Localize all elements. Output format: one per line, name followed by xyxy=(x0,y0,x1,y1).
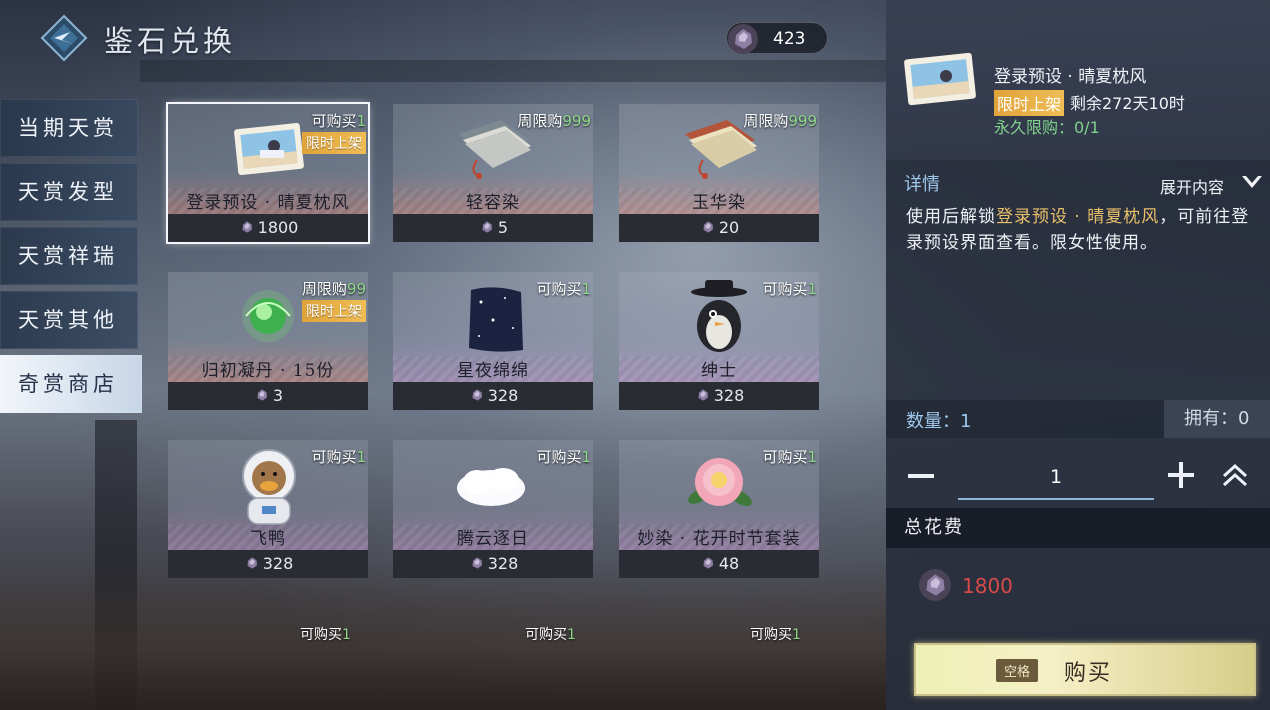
item-price: 48 xyxy=(619,550,819,578)
penguin-gentleman-icon xyxy=(691,280,747,352)
shop-item-card[interactable]: 可购买1 腾云逐日 328 xyxy=(393,440,593,578)
permanent-limit: 永久限购：0/1 xyxy=(994,118,1100,137)
shop-item-card[interactable]: 可购买1 飞鸭 328 xyxy=(168,440,368,578)
nav-tab-label: 天赏发型 xyxy=(18,180,118,204)
item-description: 使用后解锁登录预设 · 晴夏枕风，可前往登录预设界面查看。限女性使用。 xyxy=(906,207,1250,253)
detail-section-title: 详情 xyxy=(904,174,940,195)
purchase-limit: 周限购999 xyxy=(743,112,817,130)
item-name: 绅士 xyxy=(701,361,737,381)
nav-tab-hairstyle[interactable]: 天赏发型 xyxy=(0,163,138,221)
expand-content-button[interactable]: 展开内容 xyxy=(1160,174,1224,198)
quantity-row: 数量：1 拥有：0 xyxy=(886,400,1270,438)
astronaut-duck-icon xyxy=(242,449,296,525)
purchase-limit: 可购买1 xyxy=(300,627,351,643)
nav-tab-other[interactable]: 天赏其他 xyxy=(0,291,138,349)
gem-stone-icon xyxy=(703,221,713,233)
limited-time-badge: 限时上架 xyxy=(994,90,1065,116)
buy-button[interactable]: 空格 购买 xyxy=(914,643,1256,696)
postcard-icon xyxy=(904,52,976,106)
gem-stone-icon xyxy=(482,221,492,233)
nav-tab-special-shop[interactable]: 奇赏商店 xyxy=(0,355,142,413)
shop-item-card[interactable]: 周限购99 限时上架 归初凝丹 · 15份 3 xyxy=(168,272,368,410)
total-cost-value: 1800 xyxy=(962,574,1013,598)
purchase-limit: 可购买1 xyxy=(525,627,576,643)
gem-stone-icon xyxy=(919,569,951,601)
purchase-limit: 可购买1 xyxy=(311,112,366,130)
purchase-limit: 可购买1 xyxy=(536,280,591,298)
item-price: 5 xyxy=(393,214,593,242)
diamond-logo-icon xyxy=(40,14,88,62)
chevron-down-icon[interactable] xyxy=(1240,172,1264,192)
item-price: 3 xyxy=(168,382,368,410)
item-detail-panel: 登录预设 · 晴夏枕风 限时上架 剩余272天10时 永久限购：0/1 详情 展… xyxy=(886,0,1270,710)
owned-count: 拥有：0 xyxy=(1164,400,1270,438)
limited-time-badge: 限时上架 xyxy=(302,300,366,322)
item-name: 腾云逐日 xyxy=(457,529,529,549)
purchase-limit: 可购买1 xyxy=(750,627,801,643)
purchase-limit: 可购买1 xyxy=(311,448,366,466)
gem-stone-icon xyxy=(698,389,708,401)
currency-value: 423 xyxy=(773,29,806,49)
shop-item-card[interactable]: 可购买1 限时上架 登录预设 · 晴夏枕风 1800 xyxy=(166,102,370,244)
nav-tab-label: 天赏祥瑞 xyxy=(18,244,118,268)
purchase-limit: 周限购999 xyxy=(517,112,591,130)
currency-display: 423 xyxy=(726,22,828,54)
spacebar-key-hint: 空格 xyxy=(996,659,1039,682)
purchase-limit: 可购买1 xyxy=(762,280,817,298)
increase-quantity-button[interactable] xyxy=(1166,460,1196,490)
nav-tab-label: 天赏其他 xyxy=(18,308,118,332)
gem-stone-icon xyxy=(472,389,482,401)
background-beam xyxy=(140,60,886,82)
gem-stone-icon xyxy=(703,557,713,569)
shop-item-card[interactable]: 周限购999 轻容染 5 xyxy=(393,104,593,242)
item-name: 归初凝丹 · 15份 xyxy=(201,361,335,381)
item-name: 飞鸭 xyxy=(250,529,286,549)
nav-tab-auspicious[interactable]: 天赏祥瑞 xyxy=(0,227,138,285)
item-price: 328 xyxy=(168,550,368,578)
max-quantity-button[interactable] xyxy=(1220,460,1250,490)
item-price: 328 xyxy=(393,382,593,410)
quantity-input[interactable]: 1 xyxy=(958,460,1154,500)
starry-night-icon xyxy=(469,287,523,352)
item-name: 轻容染 xyxy=(466,193,520,213)
shop-item-card[interactable]: 可购买1 星夜绵绵 328 xyxy=(393,272,593,410)
buy-button-label: 购买 xyxy=(1064,661,1113,686)
cloud-icon xyxy=(457,468,525,506)
gem-stone-icon xyxy=(247,557,257,569)
item-name: 妙染 · 花开时节套装 xyxy=(637,529,801,549)
shop-item-card[interactable]: 周限购999 玉华染 20 xyxy=(619,104,819,242)
green-pill-icon xyxy=(242,290,294,342)
peony-icon xyxy=(688,458,752,506)
decrease-quantity-button[interactable] xyxy=(906,462,936,490)
postcard-icon xyxy=(234,122,304,176)
purchase-limit: 周限购99 xyxy=(301,280,366,298)
item-name: 登录预设 · 晴夏枕风 xyxy=(186,193,350,213)
quantity-label: 数量：1 xyxy=(906,411,972,432)
total-cost-label: 总花费 xyxy=(886,508,1270,548)
item-price: 20 xyxy=(619,214,819,242)
gem-stone-icon xyxy=(257,389,267,401)
page-title: 鉴石兑换 xyxy=(104,24,237,58)
item-price: 1800 xyxy=(168,214,368,242)
nav-tab-current-reward[interactable]: 当期天赏 xyxy=(0,99,138,157)
gem-stone-icon xyxy=(472,557,482,569)
item-name: 星夜绵绵 xyxy=(457,361,529,381)
item-price: 328 xyxy=(393,550,593,578)
purchase-limit: 可购买1 xyxy=(762,448,817,466)
limited-time-badge: 限时上架 xyxy=(302,132,366,154)
time-remaining: 剩余272天10时 xyxy=(1070,94,1185,113)
detail-item-name: 登录预设 · 晴夏枕风 xyxy=(994,67,1147,87)
gem-stone-icon xyxy=(728,24,758,54)
nav-tab-label: 当期天赏 xyxy=(18,116,118,140)
shop-item-card[interactable]: 可购买1 绅士 328 xyxy=(619,272,819,410)
shop-item-card[interactable]: 可购买1 妙染 · 花开时节套装 48 xyxy=(619,440,819,578)
gem-stone-icon xyxy=(242,221,252,233)
nav-tab-label: 奇赏商店 xyxy=(18,372,118,396)
item-name: 玉华染 xyxy=(692,193,746,213)
purchase-limit: 可购买1 xyxy=(536,448,591,466)
item-price: 328 xyxy=(619,382,819,410)
